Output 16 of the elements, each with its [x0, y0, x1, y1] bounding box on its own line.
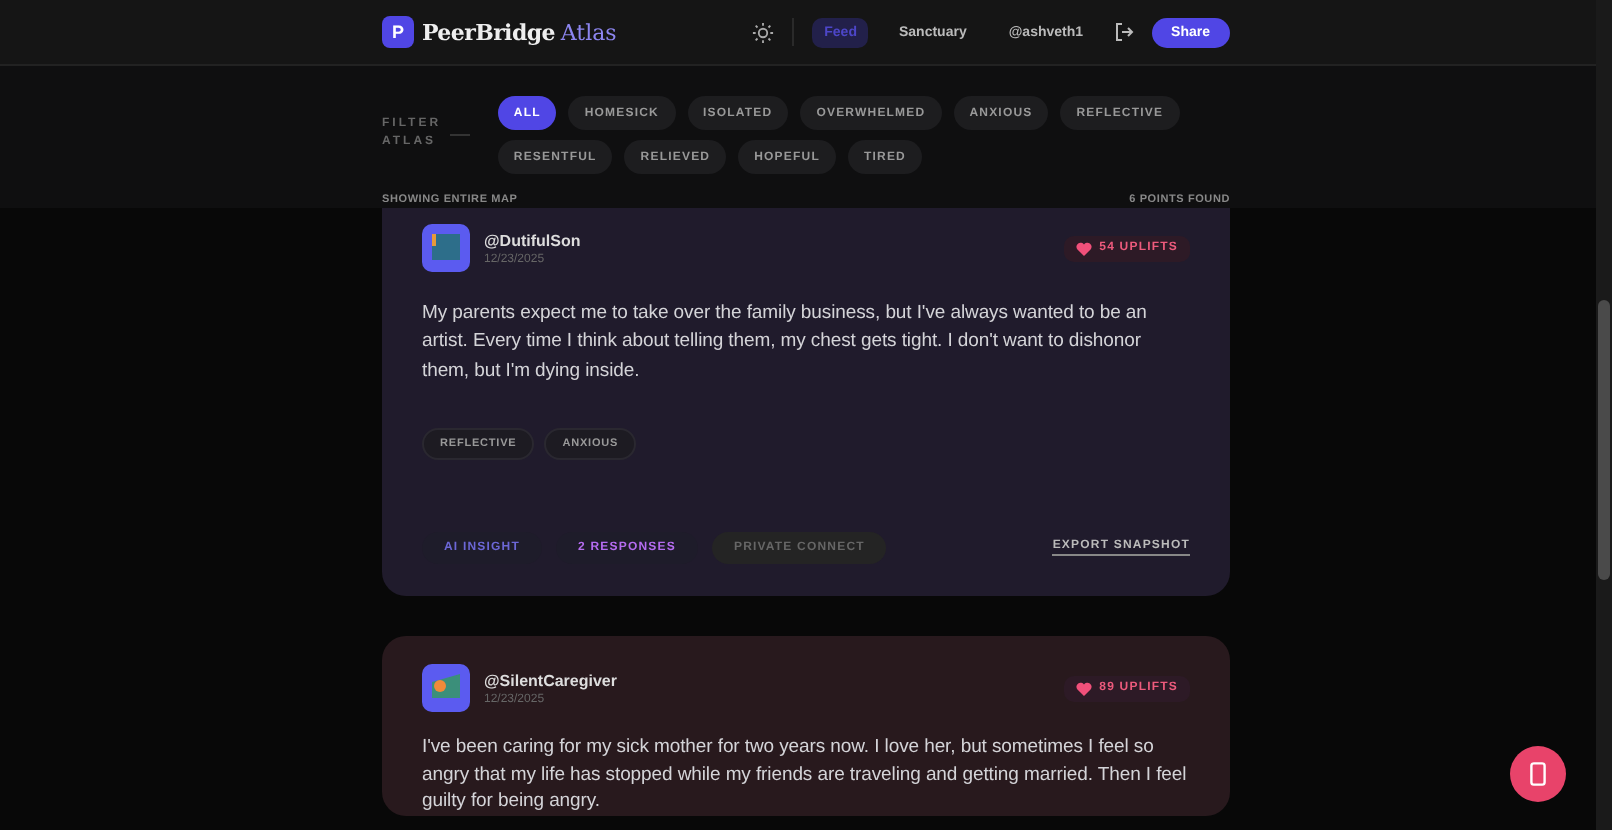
logout-icon[interactable] [1113, 22, 1134, 42]
brand-name: PeerBridge [422, 19, 555, 45]
scrollbar[interactable] [1596, 0, 1612, 830]
heart-icon [1075, 681, 1092, 695]
username: @DutifulSon [484, 231, 583, 249]
brand-accent: Atlas [560, 19, 617, 45]
logo-badge: P [382, 16, 414, 48]
heart-icon [1075, 241, 1092, 255]
theme-toggle-icon[interactable] [752, 21, 775, 43]
avatar-icon [422, 224, 470, 272]
floating-button[interactable] [1510, 746, 1566, 802]
phone-icon [1530, 762, 1546, 786]
avatar-icon [422, 664, 470, 712]
username: @SilentCaregiver [484, 671, 619, 689]
post-text: I've been caring for my sick mother for two years now. I love her, but sometimes I feel so angry that my life has stopped while my friends are traveling and getting married. Then I feel guilty for being angry. [422, 734, 1189, 816]
post-text: My parents expect me to take over the family business, but I've always wanted to be an artist. Every time I think about telling them, my chest gets tight. I don't want to dishonor them, but I'm dying inside. [422, 300, 1149, 386]
